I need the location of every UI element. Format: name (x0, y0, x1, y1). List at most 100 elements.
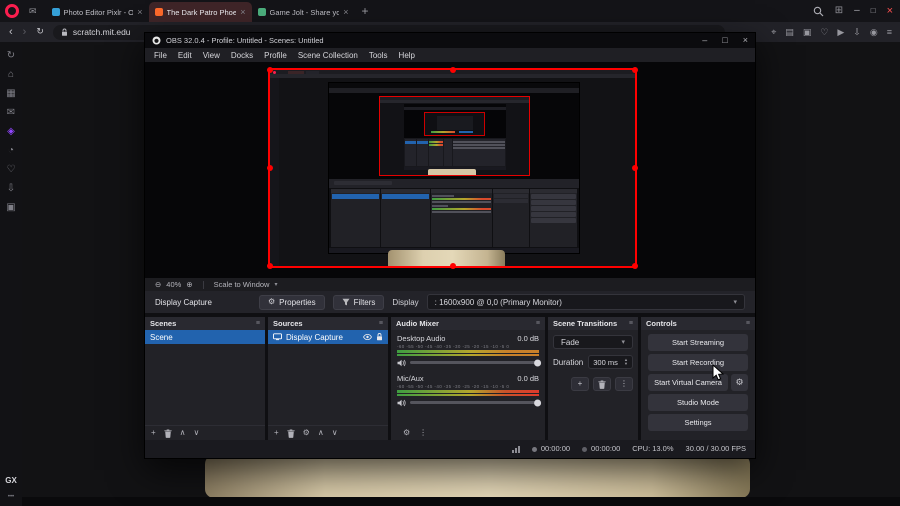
obs-title-bar[interactable]: OBS 32.0.4 - Profile: Untitled - Scenes:… (145, 33, 755, 48)
tab-close-icon[interactable]: × (137, 7, 142, 17)
menu-view[interactable]: View (203, 51, 220, 60)
menu-docks[interactable]: Docks (231, 51, 253, 60)
virtual-camera-config-button[interactable]: ⚙ (731, 374, 748, 391)
resize-handle[interactable] (267, 263, 273, 269)
display-select[interactable]: : 1600x900 @ 0,0 (Primary Monitor) ▾ (426, 294, 745, 310)
start-recording-button[interactable]: Start Recording (648, 354, 748, 371)
visibility-eye-icon[interactable] (363, 334, 372, 340)
browser-tab-active[interactable]: The Dark Patro Phoenix O... × (148, 2, 252, 22)
player-icon[interactable]: ▶ (837, 27, 844, 37)
mixer-more-icon[interactable]: ⋮ (419, 429, 427, 437)
remove-transition-button[interactable] (593, 377, 611, 391)
search-icon[interactable] (813, 6, 824, 17)
controls-dock-header[interactable]: Controls ≡ (641, 317, 755, 330)
resize-handle[interactable] (632, 263, 638, 269)
source-properties-icon[interactable]: ⚙ (303, 429, 310, 437)
source-up-icon[interactable]: ∧ (318, 429, 324, 437)
profile-icon[interactable]: ◉ (870, 27, 878, 37)
zoom-out-icon[interactable]: ⊖ (155, 281, 161, 289)
dock-menu-icon[interactable]: ≡ (746, 320, 750, 327)
history-icon[interactable]: ◔ (8, 146, 14, 156)
menu-file[interactable]: File (154, 51, 167, 60)
reload-icon[interactable]: ↻ (36, 26, 44, 38)
source-item-selected[interactable]: Display Capture (268, 330, 388, 344)
scene-down-icon[interactable]: ∨ (194, 429, 200, 437)
spin-down-icon[interactable]: ▼ (624, 362, 628, 366)
dock-menu-icon[interactable]: ≡ (629, 320, 633, 327)
browser-menu-icon[interactable]: ≡ (887, 27, 892, 37)
sidebar-more-icon[interactable]: ••• (8, 494, 14, 500)
menu-profile[interactable]: Profile (264, 51, 287, 60)
scenes-dock-header[interactable]: Scenes ≡ (145, 317, 265, 330)
zoom-in-icon[interactable]: ⊕ (186, 281, 192, 289)
twitch-icon[interactable]: ◈ (7, 127, 15, 137)
dock-menu-icon[interactable]: ≡ (536, 320, 540, 327)
scene-up-icon[interactable]: ∧ (180, 429, 186, 437)
resize-handle[interactable] (632, 165, 638, 171)
window-close-button[interactable]: × (887, 5, 893, 17)
extensions-side-icon[interactable]: ▣ (6, 203, 15, 213)
menu-tools[interactable]: Tools (369, 51, 388, 60)
speaker-icon[interactable] (397, 399, 406, 407)
opera-gx-logo[interactable] (5, 4, 19, 18)
extensions-icon[interactable]: ▣ (803, 27, 812, 37)
add-transition-button[interactable]: + (571, 377, 589, 391)
transitions-dock-header[interactable]: Scene Transitions ≡ (548, 317, 638, 330)
scene-item-selected[interactable]: Scene (145, 330, 265, 344)
speed-dial-icon[interactable]: ⌂ (8, 70, 14, 80)
remove-source-icon[interactable] (287, 429, 295, 438)
resize-handle[interactable] (267, 165, 273, 171)
pinboards-side-icon[interactable]: ♡ (7, 165, 16, 175)
menu-scene-collection[interactable]: Scene Collection (298, 51, 358, 60)
menu-help[interactable]: Help (399, 51, 415, 60)
source-down-icon[interactable]: ∨ (332, 429, 338, 437)
window-maximize-button[interactable]: □ (871, 7, 876, 15)
start-streaming-button[interactable]: Start Streaming (648, 334, 748, 351)
volume-slider[interactable] (410, 359, 542, 366)
sources-dock-header[interactable]: Sources ≡ (268, 317, 388, 330)
pinboards-icon[interactable]: ♡ (820, 27, 828, 37)
gx-corner-icon[interactable]: ↻ (7, 51, 15, 61)
display-capture-selection[interactable] (267, 67, 638, 269)
downloads-side-icon[interactable]: ⇩ (7, 184, 15, 194)
add-scene-icon[interactable]: + (151, 429, 156, 437)
duration-spinner[interactable]: 300 ms ▲ ▼ (588, 355, 633, 369)
browser-tab[interactable]: Game Jolt - Share your cr... × (252, 2, 355, 22)
tab-t-icon[interactable]: ▦ (6, 89, 15, 99)
tab-close-icon[interactable]: × (343, 7, 348, 17)
new-tab-button[interactable]: + (362, 5, 369, 17)
forward-icon[interactable]: › (23, 26, 27, 38)
dock-menu-icon[interactable]: ≡ (256, 320, 260, 327)
menu-edit[interactable]: Edit (178, 51, 192, 60)
resize-handle[interactable] (632, 67, 638, 73)
settings-button[interactable]: Settings (648, 414, 748, 431)
add-source-icon[interactable]: + (274, 429, 279, 437)
transition-properties-button[interactable]: ⋮ (615, 377, 633, 391)
advanced-audio-icon[interactable]: ⚙ (403, 429, 410, 437)
tab-tiling-icon[interactable]: ⊞ (835, 6, 843, 16)
slider-handle[interactable] (534, 359, 542, 366)
obs-minimize-button[interactable]: – (702, 36, 707, 45)
transition-select[interactable]: Fade ▾ (553, 335, 633, 349)
properties-button[interactable]: ⚙ Properties (259, 294, 325, 310)
messenger-icon[interactable]: ✉ (7, 108, 15, 118)
studio-mode-button[interactable]: Studio Mode (648, 394, 748, 411)
obs-maximize-button[interactable]: □ (722, 36, 727, 45)
window-minimize-button[interactable]: – (854, 6, 860, 16)
dock-menu-icon[interactable]: ≡ (379, 320, 383, 327)
filters-button[interactable]: Filters (332, 294, 385, 310)
mixer-dock-header[interactable]: Audio Mixer ≡ (391, 317, 545, 330)
messenger-shortcut-icon[interactable]: ✉ (29, 6, 37, 16)
resize-handle[interactable] (449, 67, 456, 73)
resize-handle[interactable] (449, 263, 456, 269)
downloads-icon[interactable]: ⇩ (853, 27, 861, 37)
spinner-arrows[interactable]: ▲ ▼ (624, 358, 628, 366)
lock-icon[interactable] (376, 333, 383, 341)
browser-tab[interactable]: Photo Editor Pixlr - Outl... × (46, 2, 149, 22)
slider-handle[interactable] (534, 399, 542, 406)
snapshot-icon[interactable]: ⌖ (771, 27, 776, 37)
scale-mode-dropdown[interactable]: Scale to Window (214, 281, 270, 289)
tab-close-icon[interactable]: × (240, 7, 245, 17)
speaker-icon[interactable] (397, 359, 406, 367)
obs-close-button[interactable]: × (743, 36, 748, 45)
